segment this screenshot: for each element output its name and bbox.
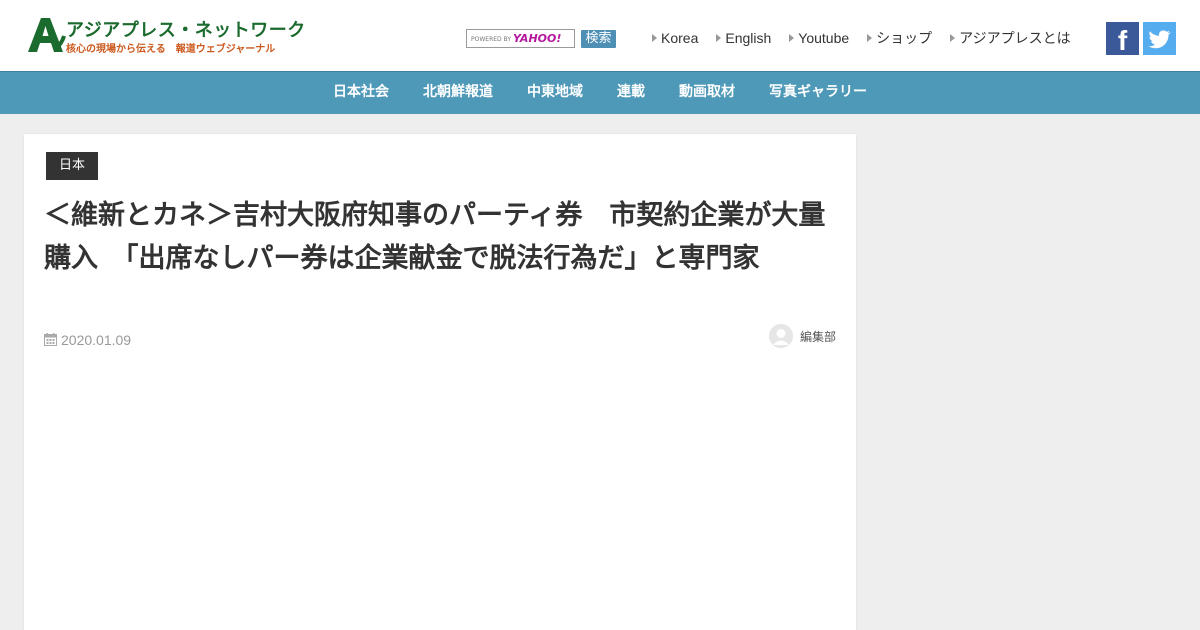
- category-badge[interactable]: 日本: [46, 152, 99, 180]
- caret-right-icon: [950, 34, 956, 42]
- article-card: 日本 ＜維新とカネ＞吉村大阪府知事のパーティ券 市契約企業が大量購入 「出席なし…: [24, 134, 856, 630]
- search-input[interactable]: POWERED BY YAHOO!: [466, 29, 575, 48]
- top-link-label: ショップ: [876, 30, 933, 46]
- logo-a-icon: [28, 18, 66, 52]
- nav-item-japan-society[interactable]: 日本社会: [333, 72, 389, 112]
- caret-right-icon: [867, 34, 873, 42]
- yahoo-logo: YAHOO!: [513, 32, 562, 45]
- search-button[interactable]: 検索: [581, 30, 616, 48]
- user-silhouette-icon: [768, 324, 793, 348]
- top-link-label: English: [725, 30, 772, 46]
- top-link-label: アジアプレスとは: [959, 30, 1071, 46]
- article-date-text: 2020.01.09: [61, 332, 132, 348]
- logo-subtitle: 核心の現場から伝える 報道ウェブジャーナル: [66, 44, 276, 55]
- top-link-about[interactable]: アジアプレスとは: [950, 28, 1071, 48]
- facebook-icon[interactable]: f: [1106, 22, 1139, 56]
- top-link-korea[interactable]: Korea: [652, 30, 698, 46]
- site-logo[interactable]: アジアプレス・ネットワーク 核心の現場から伝える 報道ウェブジャーナル: [24, 14, 305, 56]
- author-name: 編集部: [799, 329, 836, 344]
- caret-right-icon: [652, 34, 657, 42]
- article-title: ＜維新とカネ＞吉村大阪府知事のパーティ券 市契約企業が大量購入 「出席なしパー券…: [44, 200, 826, 274]
- twitter-icon[interactable]: [1143, 22, 1176, 55]
- calendar-icon: [44, 333, 57, 346]
- caret-right-icon: [716, 34, 722, 42]
- powered-by-label: POWERED BY: [471, 36, 512, 43]
- caret-right-icon: [789, 34, 795, 42]
- top-link-label: Youtube: [798, 30, 850, 46]
- nav-item-photo-gallery[interactable]: 写真ギャラリー: [769, 72, 867, 112]
- logo-title: アジアプレス・ネットワーク: [66, 20, 306, 41]
- nav-item-series[interactable]: 連載: [617, 72, 645, 112]
- avatar: [768, 324, 793, 348]
- nav-item-north-korea[interactable]: 北朝鮮報道: [423, 72, 493, 112]
- article-author[interactable]: 編集部: [768, 324, 836, 348]
- top-link-youtube[interactable]: Youtube: [789, 30, 849, 46]
- top-link-label: Korea: [661, 30, 699, 46]
- nav-item-video[interactable]: 動画取材: [679, 72, 735, 112]
- top-links: Korea English Youtube ショップ アジアプレスとは: [652, 28, 1089, 48]
- nav-item-middle-east[interactable]: 中東地域: [527, 72, 583, 112]
- top-link-shop[interactable]: ショップ: [867, 28, 932, 48]
- top-link-english[interactable]: English: [716, 30, 771, 46]
- site-header: アジアプレス・ネットワーク 核心の現場から伝える 報道ウェブジャーナル POWE…: [0, 0, 1200, 71]
- main-nav: 日本社会 北朝鮮報道 中東地域 連載 動画取材 写真ギャラリー: [0, 71, 1200, 114]
- article-date: 2020.01.09: [44, 332, 131, 348]
